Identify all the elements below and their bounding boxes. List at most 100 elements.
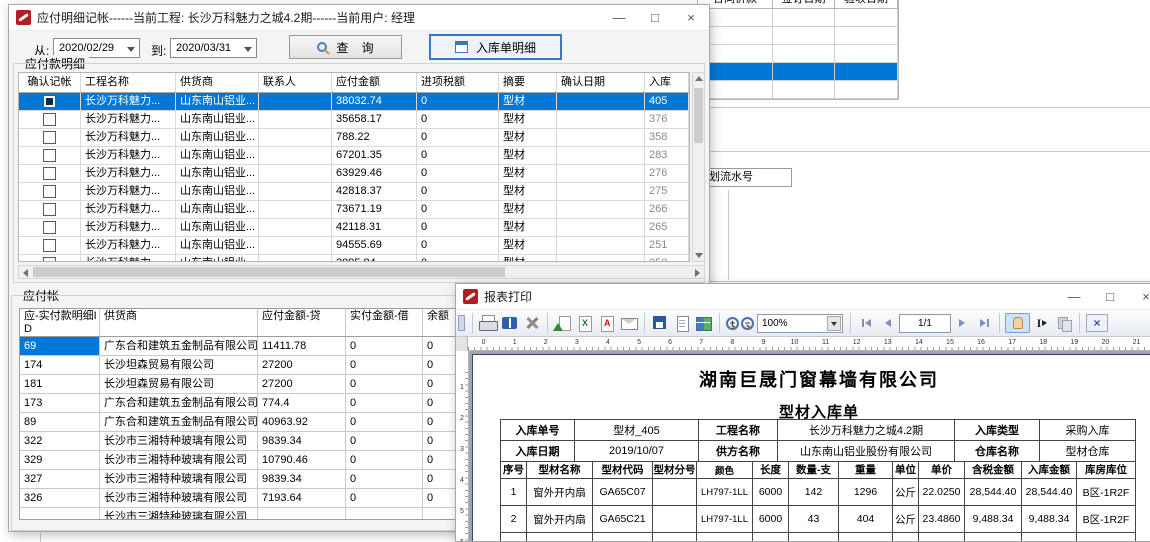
column-header[interactable]: 余额 bbox=[423, 309, 458, 336]
cell[interactable]: 0 bbox=[346, 356, 423, 374]
cell[interactable]: 长沙万科魅力... bbox=[81, 255, 176, 262]
cell[interactable]: 型材 bbox=[499, 129, 557, 146]
column-header[interactable]: 供货商 bbox=[100, 309, 258, 336]
cell[interactable]: 长沙市三湘特种玻璃有限公司 bbox=[100, 451, 258, 469]
zoom-in-icon[interactable]: + bbox=[726, 317, 739, 330]
scrollbar-thumb[interactable] bbox=[33, 267, 505, 277]
cell[interactable]: 型材 bbox=[499, 165, 557, 182]
cell[interactable]: 山东南山铝业... bbox=[176, 147, 259, 164]
column-header[interactable]: 摘要 bbox=[499, 73, 557, 92]
cell[interactable]: 89 bbox=[20, 413, 100, 431]
cell[interactable]: 276 bbox=[645, 165, 689, 182]
cell[interactable] bbox=[557, 93, 645, 110]
email-icon[interactable] bbox=[619, 314, 639, 332]
column-header[interactable]: 工程名称 bbox=[81, 73, 176, 92]
close-preview-icon[interactable]: × bbox=[1086, 314, 1108, 332]
cell[interactable]: 266 bbox=[645, 201, 689, 218]
cell[interactable] bbox=[259, 93, 332, 110]
minimize-button[interactable]: — bbox=[1056, 284, 1092, 309]
cell[interactable]: 0 bbox=[417, 201, 499, 218]
cell[interactable]: 0 bbox=[346, 375, 423, 393]
page-setup-icon[interactable] bbox=[672, 314, 692, 332]
cell[interactable] bbox=[259, 165, 332, 182]
cell[interactable]: 型材 bbox=[499, 255, 557, 262]
cell[interactable] bbox=[259, 255, 332, 262]
cell[interactable]: 长沙市三湘特种玻璃有限公司 bbox=[100, 432, 258, 450]
hand-tool-icon[interactable] bbox=[1005, 313, 1030, 333]
cell[interactable]: 长沙坦森贸易有限公司 bbox=[100, 356, 258, 374]
confirm-checkbox[interactable] bbox=[43, 185, 56, 198]
cell[interactable] bbox=[259, 129, 332, 146]
table-row[interactable]: 174 长沙坦森贸易有限公司 27200 0 0 bbox=[20, 356, 458, 375]
close-button[interactable]: × bbox=[1128, 284, 1150, 309]
cell[interactable]: 0 bbox=[346, 413, 423, 431]
cell[interactable]: 0 bbox=[417, 255, 499, 262]
cell[interactable]: 长沙万科魅力... bbox=[81, 201, 176, 218]
cell[interactable]: 405 bbox=[645, 93, 689, 110]
table-row[interactable]: 322 长沙市三湘特种玻璃有限公司 9839.34 0 0 bbox=[20, 432, 458, 451]
scrollbar-thumb[interactable] bbox=[694, 88, 703, 143]
cell[interactable]: 山东南山铝业... bbox=[176, 93, 259, 110]
cell[interactable]: 42818.37 bbox=[332, 183, 417, 200]
column-header[interactable]: 应付金额-贷 bbox=[258, 309, 346, 336]
cell[interactable]: 94555.69 bbox=[332, 237, 417, 254]
tools-icon[interactable] bbox=[522, 314, 542, 332]
cell[interactable]: 型材 bbox=[499, 111, 557, 128]
table-row[interactable]: 181 长沙坦森贸易有限公司 27200 0 0 bbox=[20, 375, 458, 394]
cell[interactable]: 0 bbox=[417, 219, 499, 236]
prev-page-button[interactable] bbox=[877, 314, 899, 332]
cell[interactable]: 40963.92 bbox=[258, 413, 346, 431]
table-row[interactable] bbox=[698, 27, 898, 45]
export-pdf-icon[interactable] bbox=[597, 314, 617, 332]
text-select-icon[interactable]: I bbox=[1032, 314, 1052, 332]
cell[interactable]: 0 bbox=[423, 394, 458, 412]
cell[interactable]: 327 bbox=[20, 470, 100, 488]
cell[interactable]: 型材 bbox=[499, 93, 557, 110]
cell[interactable]: 山东南山铝业... bbox=[176, 111, 259, 128]
table-row[interactable]: 327 长沙市三湘特种玻璃有限公司 9839.34 0 0 bbox=[20, 470, 458, 489]
cell[interactable]: 0 bbox=[417, 165, 499, 182]
column-header[interactable]: 签订日期 bbox=[773, 0, 835, 8]
cell[interactable]: 0 bbox=[346, 337, 423, 355]
book-icon[interactable] bbox=[500, 314, 520, 332]
cell[interactable]: 0 bbox=[417, 147, 499, 164]
table-row[interactable]: 长沙万科魅力... 山东南山铝业... 73671.19 0 型材 266 bbox=[19, 201, 689, 219]
cell[interactable]: 251 bbox=[645, 237, 689, 254]
column-header[interactable]: 实付金额-借 bbox=[346, 309, 423, 336]
cell[interactable]: 长沙市三湘特种玻璃有限公司 bbox=[100, 508, 258, 520]
cell[interactable]: 型材 bbox=[499, 147, 557, 164]
cell[interactable] bbox=[423, 508, 458, 520]
cell[interactable]: 10790.46 bbox=[258, 451, 346, 469]
cell[interactable]: 27200 bbox=[258, 375, 346, 393]
cell[interactable]: 0 bbox=[417, 237, 499, 254]
table-row[interactable]: 173 广东合和建筑五金制品有限公司 774.4 0 0 bbox=[20, 394, 458, 413]
cell[interactable] bbox=[20, 508, 100, 520]
cell[interactable]: 35658.17 bbox=[332, 111, 417, 128]
cell[interactable]: 长沙市三湘特种玻璃有限公司 bbox=[100, 470, 258, 488]
cell[interactable]: 0 bbox=[346, 489, 423, 507]
cell[interactable]: 38032.74 bbox=[332, 93, 417, 110]
table-row[interactable]: 69 广东合和建筑五金制品有限公司 11411.78 0 0 bbox=[20, 337, 458, 356]
column-header[interactable]: 联系人 bbox=[259, 73, 332, 92]
title-bar[interactable]: 报表打印 — □ × bbox=[456, 284, 1150, 310]
confirm-checkbox[interactable] bbox=[43, 113, 56, 126]
cell[interactable]: 长沙市三湘特种玻璃有限公司 bbox=[100, 489, 258, 507]
table-row[interactable] bbox=[698, 81, 898, 99]
export-icon[interactable] bbox=[553, 314, 573, 332]
cell[interactable]: 358 bbox=[645, 129, 689, 146]
cell[interactable]: 788.22 bbox=[332, 129, 417, 146]
cell[interactable]: 0 bbox=[423, 470, 458, 488]
first-page-button[interactable] bbox=[855, 314, 877, 332]
cell[interactable]: 0 bbox=[346, 432, 423, 450]
cell[interactable]: 0 bbox=[423, 489, 458, 507]
cell[interactable]: 0 bbox=[346, 470, 423, 488]
cell[interactable]: 长沙万科魅力... bbox=[81, 183, 176, 200]
scroll-down-icon[interactable] bbox=[695, 253, 703, 258]
zoom-level-combo[interactable]: 100% bbox=[757, 314, 843, 333]
minimize-button[interactable]: — bbox=[601, 5, 637, 30]
table-row[interactable] bbox=[698, 63, 898, 81]
cell[interactable] bbox=[258, 508, 346, 520]
cell[interactable] bbox=[557, 255, 645, 262]
cell[interactable]: 型材 bbox=[499, 183, 557, 200]
cell[interactable] bbox=[557, 111, 645, 128]
